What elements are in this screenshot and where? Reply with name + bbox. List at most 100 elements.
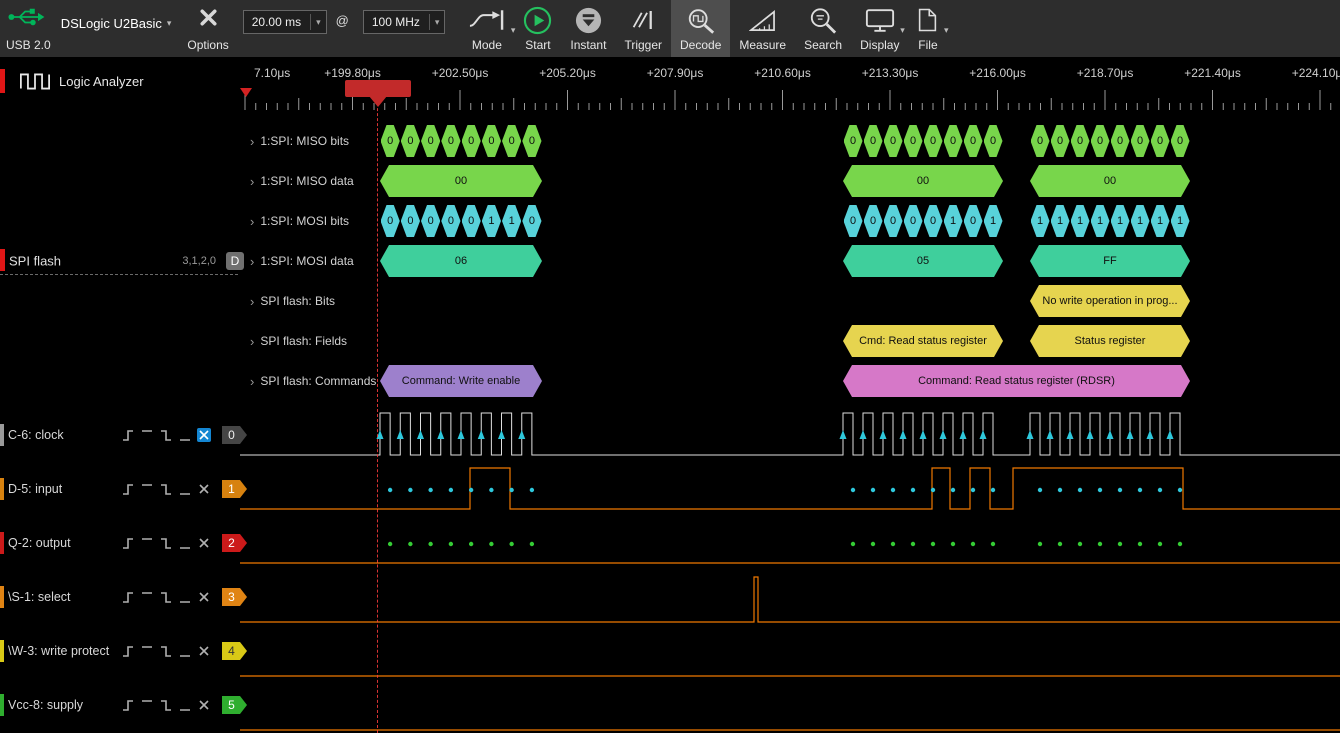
decode-bubble[interactable]: 0: [884, 205, 903, 237]
trigger-edge-icon[interactable]: [140, 590, 154, 604]
decoder-badge[interactable]: D: [226, 252, 244, 270]
decode-bubble[interactable]: 0: [864, 125, 883, 157]
decoder-row-spi-flash[interactable]: SPI flash 3,1,2,0 D: [0, 247, 238, 275]
toolbar-button-instant[interactable]: Instant: [561, 0, 615, 57]
decode-bubble[interactable]: 0: [1071, 125, 1090, 157]
decode-bubble[interactable]: 0: [1051, 125, 1070, 157]
decode-bubble[interactable]: 1: [944, 205, 963, 237]
device-select[interactable]: DSLogic U2Basic ▾: [61, 13, 172, 33]
trigger-edge-icon[interactable]: [197, 698, 211, 712]
decode-bubble[interactable]: 0: [502, 125, 521, 157]
trigger-edge-icon[interactable]: [197, 428, 211, 442]
trigger-edge-icon[interactable]: [121, 536, 135, 550]
expand-chevron-icon[interactable]: ›: [250, 334, 254, 349]
trigger-flag[interactable]: [345, 80, 411, 97]
expand-chevron-icon[interactable]: ›: [250, 294, 254, 309]
duration-select[interactable]: 20.00 ms ▾: [243, 10, 327, 34]
decode-row-label[interactable]: ›1:SPI: MISO bits: [250, 121, 349, 161]
trigger-edge-icon[interactable]: [121, 644, 135, 658]
decode-bubble[interactable]: 0: [964, 205, 983, 237]
trigger-edge-icon[interactable]: [178, 482, 192, 496]
channel-row-5[interactable]: Vcc-8: supply5: [0, 691, 240, 719]
decode-bubble[interactable]: 0: [441, 125, 460, 157]
decode-bubble[interactable]: 1: [1171, 205, 1190, 237]
channel-row-3[interactable]: \S-1: select3: [0, 583, 240, 611]
toolbar-button-file[interactable]: ▾File: [908, 0, 947, 57]
decode-bubble[interactable]: 0: [522, 205, 541, 237]
trigger-edge-icon[interactable]: [140, 698, 154, 712]
channel-row-4[interactable]: \W-3: write protect4: [0, 637, 240, 665]
decode-row-label[interactable]: ›1:SPI: MOSI data: [250, 241, 354, 281]
channel-row-0[interactable]: C-6: clock0: [0, 421, 240, 449]
decode-bubble[interactable]: 00: [843, 165, 1003, 197]
decode-bubble[interactable]: 06: [380, 245, 542, 277]
decode-bubble[interactable]: 0: [462, 125, 481, 157]
decode-bubble[interactable]: 00: [380, 165, 542, 197]
expand-chevron-icon[interactable]: ›: [250, 134, 254, 149]
decode-bubble[interactable]: 1: [1131, 205, 1150, 237]
expand-chevron-icon[interactable]: ›: [250, 214, 254, 229]
decode-row-label[interactable]: ›SPI flash: Bits: [250, 281, 335, 321]
expand-chevron-icon[interactable]: ›: [250, 374, 254, 389]
trigger-edge-icon[interactable]: [197, 482, 211, 496]
decode-bubble[interactable]: 1: [1071, 205, 1090, 237]
decode-bubble[interactable]: 05: [843, 245, 1003, 277]
trigger-edge-icon[interactable]: [121, 590, 135, 604]
decode-bubble[interactable]: 0: [1091, 125, 1110, 157]
decode-bubble[interactable]: 1: [1051, 205, 1070, 237]
trigger-edge-icon[interactable]: [159, 644, 173, 658]
decode-bubble[interactable]: Status register: [1030, 325, 1190, 357]
decode-bubble[interactable]: 0: [1151, 125, 1170, 157]
channel-row-2[interactable]: Q-2: output2: [0, 529, 240, 557]
decode-bubble[interactable]: 0: [864, 205, 883, 237]
decode-bubble[interactable]: 0: [904, 205, 923, 237]
decode-bubble[interactable]: 0: [904, 125, 923, 157]
decode-bubble[interactable]: No write operation in prog...: [1030, 285, 1190, 317]
samplerate-select[interactable]: 100 MHz ▾: [363, 10, 446, 34]
decode-bubble[interactable]: 1: [502, 205, 521, 237]
trigger-edge-icon[interactable]: [140, 536, 154, 550]
decode-bubble[interactable]: 0: [844, 205, 863, 237]
toolbar-button-decode[interactable]: Decode: [671, 0, 730, 57]
trigger-edge-icon[interactable]: [140, 428, 154, 442]
decode-bubble[interactable]: 0: [482, 125, 501, 157]
trigger-edge-icon[interactable]: [159, 428, 173, 442]
logic-analyzer-header[interactable]: Logic Analyzer: [0, 68, 240, 94]
decode-bubble[interactable]: 0: [401, 205, 420, 237]
trigger-edge-icon[interactable]: [178, 536, 192, 550]
trigger-edge-icon[interactable]: [197, 644, 211, 658]
decode-row-label[interactable]: ›SPI flash: Fields: [250, 321, 347, 361]
toolbar-button-mode[interactable]: ▾Mode: [459, 0, 514, 57]
channel-row-1[interactable]: D-5: input1: [0, 475, 240, 503]
decode-bubble[interactable]: 0: [944, 125, 963, 157]
decode-bubble[interactable]: 0: [984, 125, 1003, 157]
decode-bubble[interactable]: 1: [1111, 205, 1130, 237]
trigger-edge-icon[interactable]: [121, 698, 135, 712]
decode-bubble[interactable]: 0: [441, 205, 460, 237]
decode-bubble[interactable]: 0: [421, 125, 440, 157]
decode-row-label[interactable]: ›1:SPI: MOSI bits: [250, 201, 349, 241]
trigger-edge-icon[interactable]: [159, 482, 173, 496]
decode-bubble[interactable]: 0: [1111, 125, 1130, 157]
expand-chevron-icon[interactable]: ›: [250, 254, 254, 269]
decode-bubble[interactable]: 1: [482, 205, 501, 237]
trigger-edge-icon[interactable]: [159, 536, 173, 550]
decode-bubble[interactable]: 0: [421, 205, 440, 237]
toolbar-button-search[interactable]: Search: [795, 0, 851, 57]
decode-bubble[interactable]: 0: [522, 125, 541, 157]
trigger-edge-icon[interactable]: [178, 644, 192, 658]
trigger-edge-icon[interactable]: [178, 698, 192, 712]
decode-bubble[interactable]: 0: [924, 125, 943, 157]
options-button[interactable]: Options: [187, 0, 228, 57]
decode-bubble[interactable]: 0: [844, 125, 863, 157]
trigger-edge-icon[interactable]: [178, 428, 192, 442]
decode-bubble[interactable]: 0: [401, 125, 420, 157]
decode-bubble[interactable]: 0: [1131, 125, 1150, 157]
decode-bubble[interactable]: 0: [1031, 125, 1050, 157]
decode-row-label[interactable]: ›1:SPI: MISO data: [250, 161, 354, 201]
toolbar-button-measure[interactable]: Measure: [730, 0, 795, 57]
toolbar-button-trigger[interactable]: Trigger: [615, 0, 671, 57]
expand-chevron-icon[interactable]: ›: [250, 174, 254, 189]
trigger-edge-icon[interactable]: [197, 536, 211, 550]
decode-bubble[interactable]: 0: [381, 125, 400, 157]
